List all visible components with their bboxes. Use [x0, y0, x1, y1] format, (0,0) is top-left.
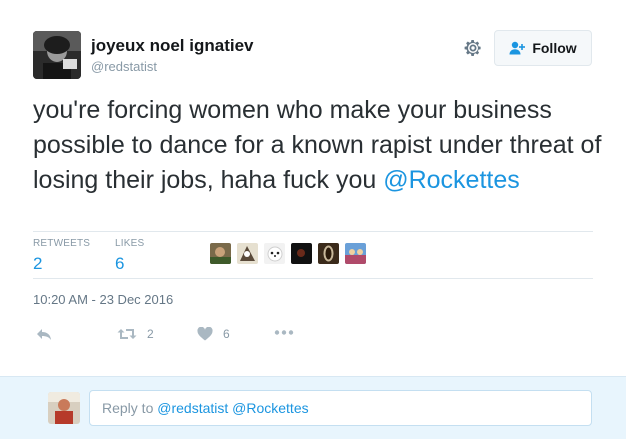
- tweet-text: you're forcing women who make your busin…: [33, 93, 603, 198]
- heart-icon: [197, 327, 213, 341]
- liker-avatar[interactable]: [210, 243, 231, 264]
- stats-divider-top: [33, 231, 593, 232]
- more-icon: [274, 330, 294, 335]
- reply-icon: [36, 328, 52, 341]
- liker-avatar[interactable]: [264, 243, 285, 264]
- tweet-card: joyeux noel ignatiev @redstatist Follow …: [0, 0, 626, 376]
- display-name[interactable]: joyeux noel ignatiev: [91, 36, 254, 56]
- add-user-icon: [509, 41, 526, 55]
- liker-avatar[interactable]: [318, 243, 339, 264]
- likes-stat[interactable]: LIKES 6: [115, 238, 144, 274]
- more-button[interactable]: [274, 330, 294, 335]
- screen-name[interactable]: @redstatist: [91, 59, 157, 74]
- likes-label: LIKES: [115, 238, 145, 249]
- gear-icon[interactable]: [463, 38, 483, 58]
- reply-button[interactable]: [36, 328, 52, 341]
- reply-input[interactable]: Reply to @redstatist @Rockettes: [89, 390, 592, 426]
- retweets-value: 2: [33, 254, 43, 273]
- follow-button-label: Follow: [532, 40, 577, 56]
- retweets-stat[interactable]: RETWEETS 2: [33, 238, 90, 274]
- like-count: 6: [223, 327, 230, 341]
- stats-divider-bottom: [33, 278, 593, 279]
- liker-avatar[interactable]: [237, 243, 258, 264]
- liker-avatar[interactable]: [345, 243, 366, 264]
- retweet-button[interactable]: 2: [117, 327, 154, 341]
- retweet-count: 2: [147, 327, 154, 341]
- follow-button[interactable]: Follow: [494, 30, 592, 66]
- likers-avatars: [210, 243, 366, 264]
- current-user-avatar: [48, 392, 80, 424]
- timestamp[interactable]: 10:20 AM - 23 Dec 2016: [33, 292, 173, 307]
- avatar[interactable]: [33, 31, 81, 79]
- likes-value: 6: [115, 254, 125, 273]
- retweets-label: RETWEETS: [33, 238, 91, 249]
- tweet-mention-link[interactable]: @Rockettes: [383, 166, 520, 194]
- like-button[interactable]: 6: [197, 327, 230, 341]
- liker-avatar[interactable]: [291, 243, 312, 264]
- retweet-icon: [117, 327, 137, 341]
- reply-prefix: Reply to: [102, 400, 158, 416]
- reply-mentions: @redstatist @Rockettes: [157, 400, 309, 416]
